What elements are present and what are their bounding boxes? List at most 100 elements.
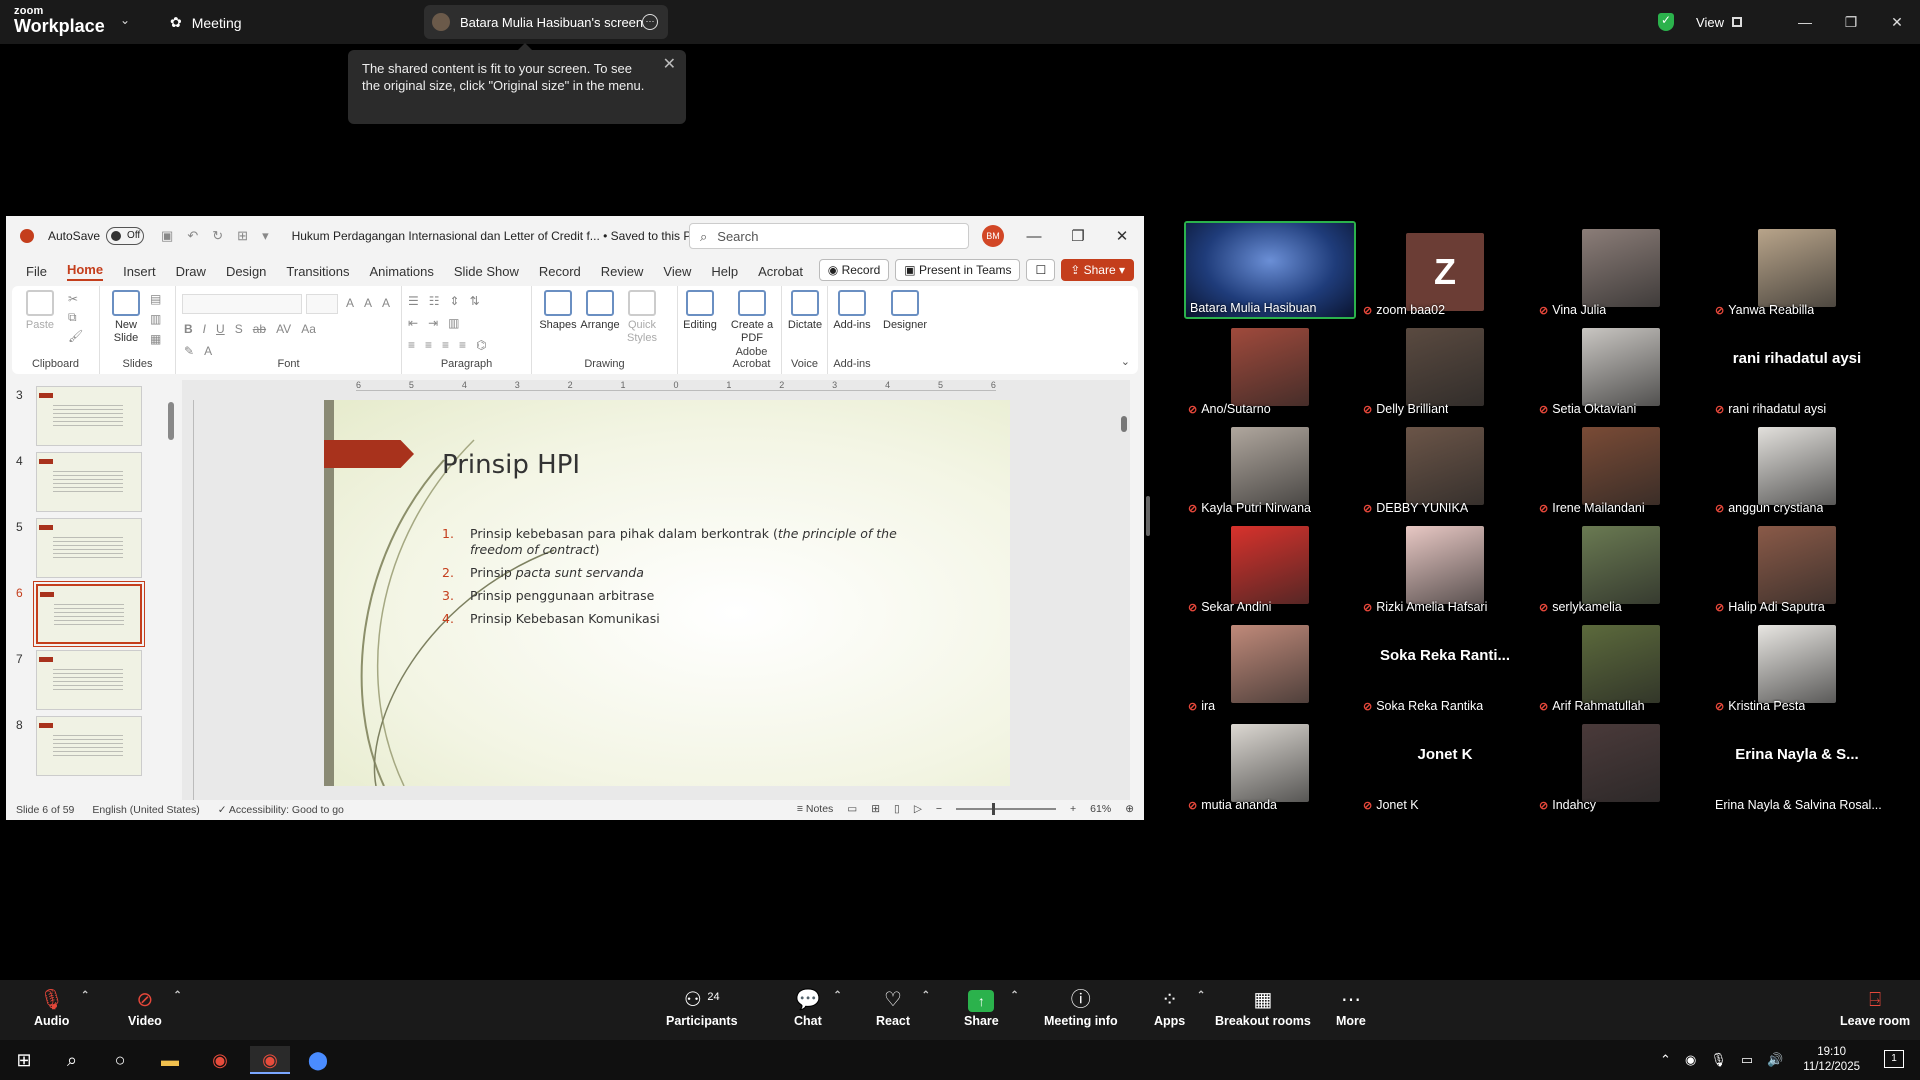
create-pdf-button[interactable]: Create a PDF [730, 290, 774, 345]
line-spacing-icon[interactable]: ⇕ [450, 294, 460, 312]
font-family-select[interactable] [182, 294, 302, 314]
participant-tile[interactable]: ⊘ Halip Adi Saputra [1711, 518, 1883, 616]
decrease-indent-icon[interactable]: ⇤ [408, 316, 418, 334]
zoom-in-icon[interactable]: + [1070, 803, 1076, 815]
present-icon[interactable]: ⊞ [237, 228, 248, 244]
close-icon[interactable]: ✕ [1874, 14, 1920, 31]
close-notification-icon[interactable]: ✕ [663, 56, 676, 73]
participant-tile[interactable]: ⊘ ira [1184, 617, 1356, 715]
tab-acrobat[interactable]: Acrobat [758, 264, 803, 279]
security-shield-icon[interactable] [1658, 13, 1675, 31]
case-icon[interactable]: Aa [301, 322, 316, 340]
comments-icon[interactable]: ☐ [1026, 259, 1056, 281]
tab-help[interactable]: Help [711, 264, 738, 279]
mic-tray-icon[interactable]: 🎙 [1710, 1052, 1727, 1068]
react-caret-icon[interactable]: ⌃ [922, 990, 930, 1001]
ppt-restore-icon[interactable]: ❐ [1056, 227, 1100, 245]
chevron-down-icon[interactable]: ⌄ [120, 13, 130, 27]
participant-tile[interactable]: ⊘ anggun crystiana [1711, 419, 1883, 517]
windows-start-icon[interactable]: ⊞ [4, 1046, 44, 1074]
video-caret-icon[interactable]: ⌃ [173, 990, 181, 1001]
designer-button[interactable]: Designer [883, 290, 927, 332]
apps-button[interactable]: ⁘ Apps ⌃ [1154, 988, 1205, 1028]
tab-insert[interactable]: Insert [123, 264, 156, 279]
zoom-out-icon[interactable]: − [936, 803, 942, 815]
reading-view-icon[interactable]: ▯ [894, 803, 900, 815]
slide-sorter-icon[interactable]: ⊞ [871, 803, 880, 815]
copy-icon[interactable]: ⧉ [68, 310, 83, 325]
smartart-icon[interactable]: ⌬ [476, 338, 486, 356]
participant-tile[interactable]: ⊘ Kayla Putri Nirwana [1184, 419, 1356, 517]
ppt-close-icon[interactable]: ✕ [1100, 227, 1144, 245]
font-size-select[interactable] [306, 294, 338, 314]
slide-thumbnail[interactable] [36, 518, 142, 578]
dictate-button[interactable]: Dictate [783, 290, 827, 332]
meeting-info-button[interactable]: ⓘ Meeting info [1044, 988, 1118, 1028]
network-icon[interactable]: ▭ [1741, 1052, 1753, 1068]
ppt-share-button[interactable]: ⇪ Share ▾ [1061, 259, 1134, 281]
more-options-icon[interactable]: ··· [642, 14, 658, 30]
layout-icon[interactable]: ▤ [150, 292, 161, 306]
autosave-switch[interactable]: Off [106, 227, 145, 245]
section-icon[interactable]: ▦ [150, 332, 161, 346]
cut-icon[interactable]: ✂ [68, 292, 83, 306]
view-button[interactable]: View [1696, 15, 1742, 30]
chat-button[interactable]: 💬 Chat ⌃ [794, 988, 842, 1028]
restore-icon[interactable]: ❐ [1828, 14, 1874, 31]
more-button[interactable]: ⋯ More [1336, 988, 1366, 1028]
arrange-button[interactable]: Arrange [578, 290, 622, 332]
panel-splitter[interactable] [1146, 496, 1150, 536]
zoom-level[interactable]: 61% [1090, 803, 1111, 815]
tab-file[interactable]: File [26, 264, 47, 279]
slide-thumbnail-selected[interactable] [36, 584, 142, 644]
grow-font-icon[interactable]: A [346, 296, 354, 314]
tab-transitions[interactable]: Transitions [286, 264, 349, 279]
search-taskbar-icon[interactable]: ⌕ [52, 1046, 92, 1074]
camera-tray-icon[interactable]: ◉ [1685, 1052, 1696, 1068]
scroll-thumb[interactable] [168, 402, 174, 440]
slide-scrollbar[interactable] [1118, 380, 1130, 804]
tab-animations[interactable]: Animations [370, 264, 434, 279]
direction-icon[interactable]: ⇅ [470, 294, 480, 312]
accessibility-status[interactable]: ✓ Accessibility: Good to go [218, 804, 344, 816]
undo-icon[interactable]: ↶ [187, 228, 198, 244]
participant-tile[interactable]: ⊘ Kristina Pesta [1711, 617, 1883, 715]
customize-qat-icon[interactable]: ▾ [262, 228, 269, 244]
share-caret-icon[interactable]: ⌃ [1010, 990, 1018, 1001]
participant-tile[interactable]: ⊘ Vina Julia [1535, 221, 1707, 319]
tab-view[interactable]: View [663, 264, 691, 279]
language-status[interactable]: English (United States) [92, 804, 199, 816]
search-input[interactable]: ⌕ Search [689, 223, 969, 249]
chat-caret-icon[interactable]: ⌃ [833, 990, 841, 1001]
participant-tile[interactable]: ⊘ Rizki Amelia Hafsari [1359, 518, 1531, 616]
video-button[interactable]: ⊘ Video ⌃ [128, 988, 182, 1028]
cortana-icon[interactable]: ○ [100, 1046, 140, 1074]
apps-caret-icon[interactable]: ⌃ [1197, 990, 1205, 1001]
volume-icon[interactable]: 🔊 [1767, 1052, 1783, 1068]
ppt-minimize-icon[interactable]: — [1012, 228, 1056, 245]
slide-thumbnail[interactable] [36, 650, 142, 710]
participant-tile[interactable]: ⊘ Irene Mailandani [1535, 419, 1707, 517]
tab-record[interactable]: Record [539, 264, 581, 279]
user-avatar[interactable]: BM [982, 225, 1004, 247]
shapes-button[interactable]: Shapes [536, 290, 580, 332]
participant-tile[interactable]: ⊘ Arif Rahmatullah [1535, 617, 1707, 715]
justify-icon[interactable]: ≡ [459, 338, 466, 356]
participant-tile[interactable]: Z ⊘ zoom baa02 [1359, 221, 1531, 319]
participant-tile[interactable]: rani rihadatul aysi ⊘ rani rihadatul aysi [1711, 320, 1883, 418]
participant-tile[interactable]: ⊘ Yanwa Reabilla [1711, 221, 1883, 319]
clock[interactable]: 19:10 11/12/2025 [1803, 1045, 1860, 1075]
tab-draw[interactable]: Draw [176, 264, 206, 279]
record-button[interactable]: ◉ Record [818, 259, 890, 281]
tab-home[interactable]: Home [66, 262, 104, 281]
react-button[interactable]: ♡ React ⌃ [876, 988, 930, 1028]
participant-tile[interactable]: Erina Nayla & S... Erina Nayla & Salvina … [1711, 716, 1883, 814]
participant-tile[interactable]: Batara Mulia Hasibuan [1184, 221, 1356, 319]
notifications-icon[interactable]: 1 [1884, 1050, 1904, 1068]
leave-room-button[interactable]: ⍈ Leave room [1840, 988, 1910, 1028]
editing-button[interactable]: Editing [678, 290, 722, 332]
slide-bullet-list[interactable]: 1. Prinsip kebebasan para pihak dalam be… [442, 526, 912, 634]
participant-tile[interactable]: ⊘ serlykamelia [1535, 518, 1707, 616]
participant-tile[interactable]: ⊘ Setia Oktaviani [1535, 320, 1707, 418]
redo-icon[interactable]: ↻ [212, 228, 223, 244]
